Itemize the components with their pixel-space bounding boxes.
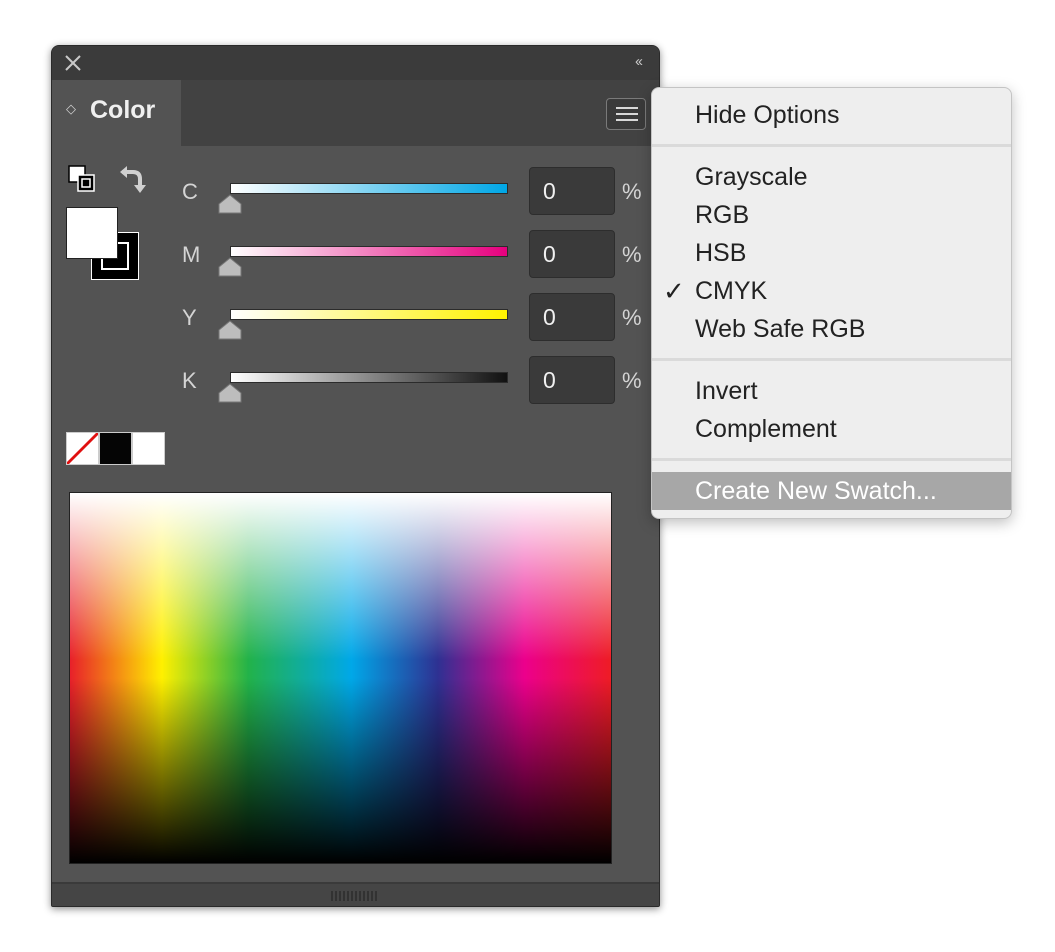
- menu-item-rgb[interactable]: RGB: [652, 196, 1011, 234]
- channel-label: Y: [182, 305, 197, 330]
- menu-item-cmyk[interactable]: ✓ CMYK: [652, 272, 1011, 310]
- menu-item-invert[interactable]: Invert: [652, 372, 1011, 410]
- white-swatch[interactable]: [132, 432, 165, 465]
- color-panel: ‹‹ ◇ Color C 0 % M 0 % Y 0 % K 0 %: [51, 45, 660, 907]
- black-value-input[interactable]: 0: [529, 356, 615, 404]
- yellow-value-input[interactable]: 0: [529, 293, 615, 341]
- slider-thumb-icon[interactable]: [218, 257, 242, 277]
- channel-row-yellow: Y 0 %: [52, 293, 659, 343]
- tab-color[interactable]: ◇ Color: [52, 80, 181, 146]
- channel-row-cyan: C 0 %: [52, 167, 659, 217]
- panel-menu-button[interactable]: [606, 98, 646, 130]
- channel-label: C: [182, 179, 198, 204]
- menu-separator: [652, 358, 1011, 361]
- menu-item-complement[interactable]: Complement: [652, 410, 1011, 448]
- menu-separator: [652, 144, 1011, 147]
- magenta-slider-track[interactable]: [230, 246, 508, 257]
- tab-label: Color: [90, 96, 156, 124]
- resize-grip-icon[interactable]: [330, 890, 380, 902]
- percent-label: %: [622, 305, 642, 330]
- black-slider-track[interactable]: [230, 372, 508, 383]
- menu-item-create-new-swatch[interactable]: Create New Swatch...: [652, 472, 1011, 510]
- menu-separator: [652, 458, 1011, 461]
- channel-row-magenta: M 0 %: [52, 230, 659, 280]
- menu-item-web-safe-rgb[interactable]: Web Safe RGB: [652, 310, 1011, 348]
- hamburger-icon: [616, 107, 638, 109]
- tab-updown-icon: ◇: [66, 101, 76, 116]
- color-spectrum[interactable]: [69, 492, 612, 864]
- fill-color-box[interactable]: [66, 207, 118, 259]
- cyan-slider-track[interactable]: [230, 183, 508, 194]
- channel-label: K: [182, 368, 197, 393]
- panel-flyout-menu: Hide Options Grayscale RGB HSB ✓ CMYK We…: [651, 87, 1012, 519]
- slider-thumb-icon[interactable]: [218, 320, 242, 340]
- none-swatch[interactable]: [66, 432, 99, 465]
- magenta-value-input[interactable]: 0: [529, 230, 615, 278]
- panel-resize-bar[interactable]: [52, 882, 659, 906]
- slider-thumb-icon[interactable]: [218, 194, 242, 214]
- slider-thumb-icon[interactable]: [218, 383, 242, 403]
- menu-item-hide-options[interactable]: Hide Options: [652, 96, 1011, 134]
- percent-label: %: [622, 179, 642, 204]
- cyan-value-input[interactable]: 0: [529, 167, 615, 215]
- channel-row-black: K 0 %: [52, 356, 659, 406]
- yellow-slider-track[interactable]: [230, 309, 508, 320]
- checkmark-icon: ✓: [663, 276, 685, 306]
- panel-titlebar: ‹‹: [52, 46, 659, 80]
- collapse-panel-icon[interactable]: ‹‹: [635, 53, 643, 70]
- panel-tabbar: ◇ Color: [52, 80, 659, 146]
- percent-label: %: [622, 368, 642, 393]
- menu-item-grayscale[interactable]: Grayscale: [652, 158, 1011, 196]
- channel-label: M: [182, 242, 201, 267]
- black-swatch[interactable]: [99, 432, 132, 465]
- close-icon[interactable]: [64, 54, 82, 72]
- percent-label: %: [622, 242, 642, 267]
- menu-item-hsb[interactable]: HSB: [652, 234, 1011, 272]
